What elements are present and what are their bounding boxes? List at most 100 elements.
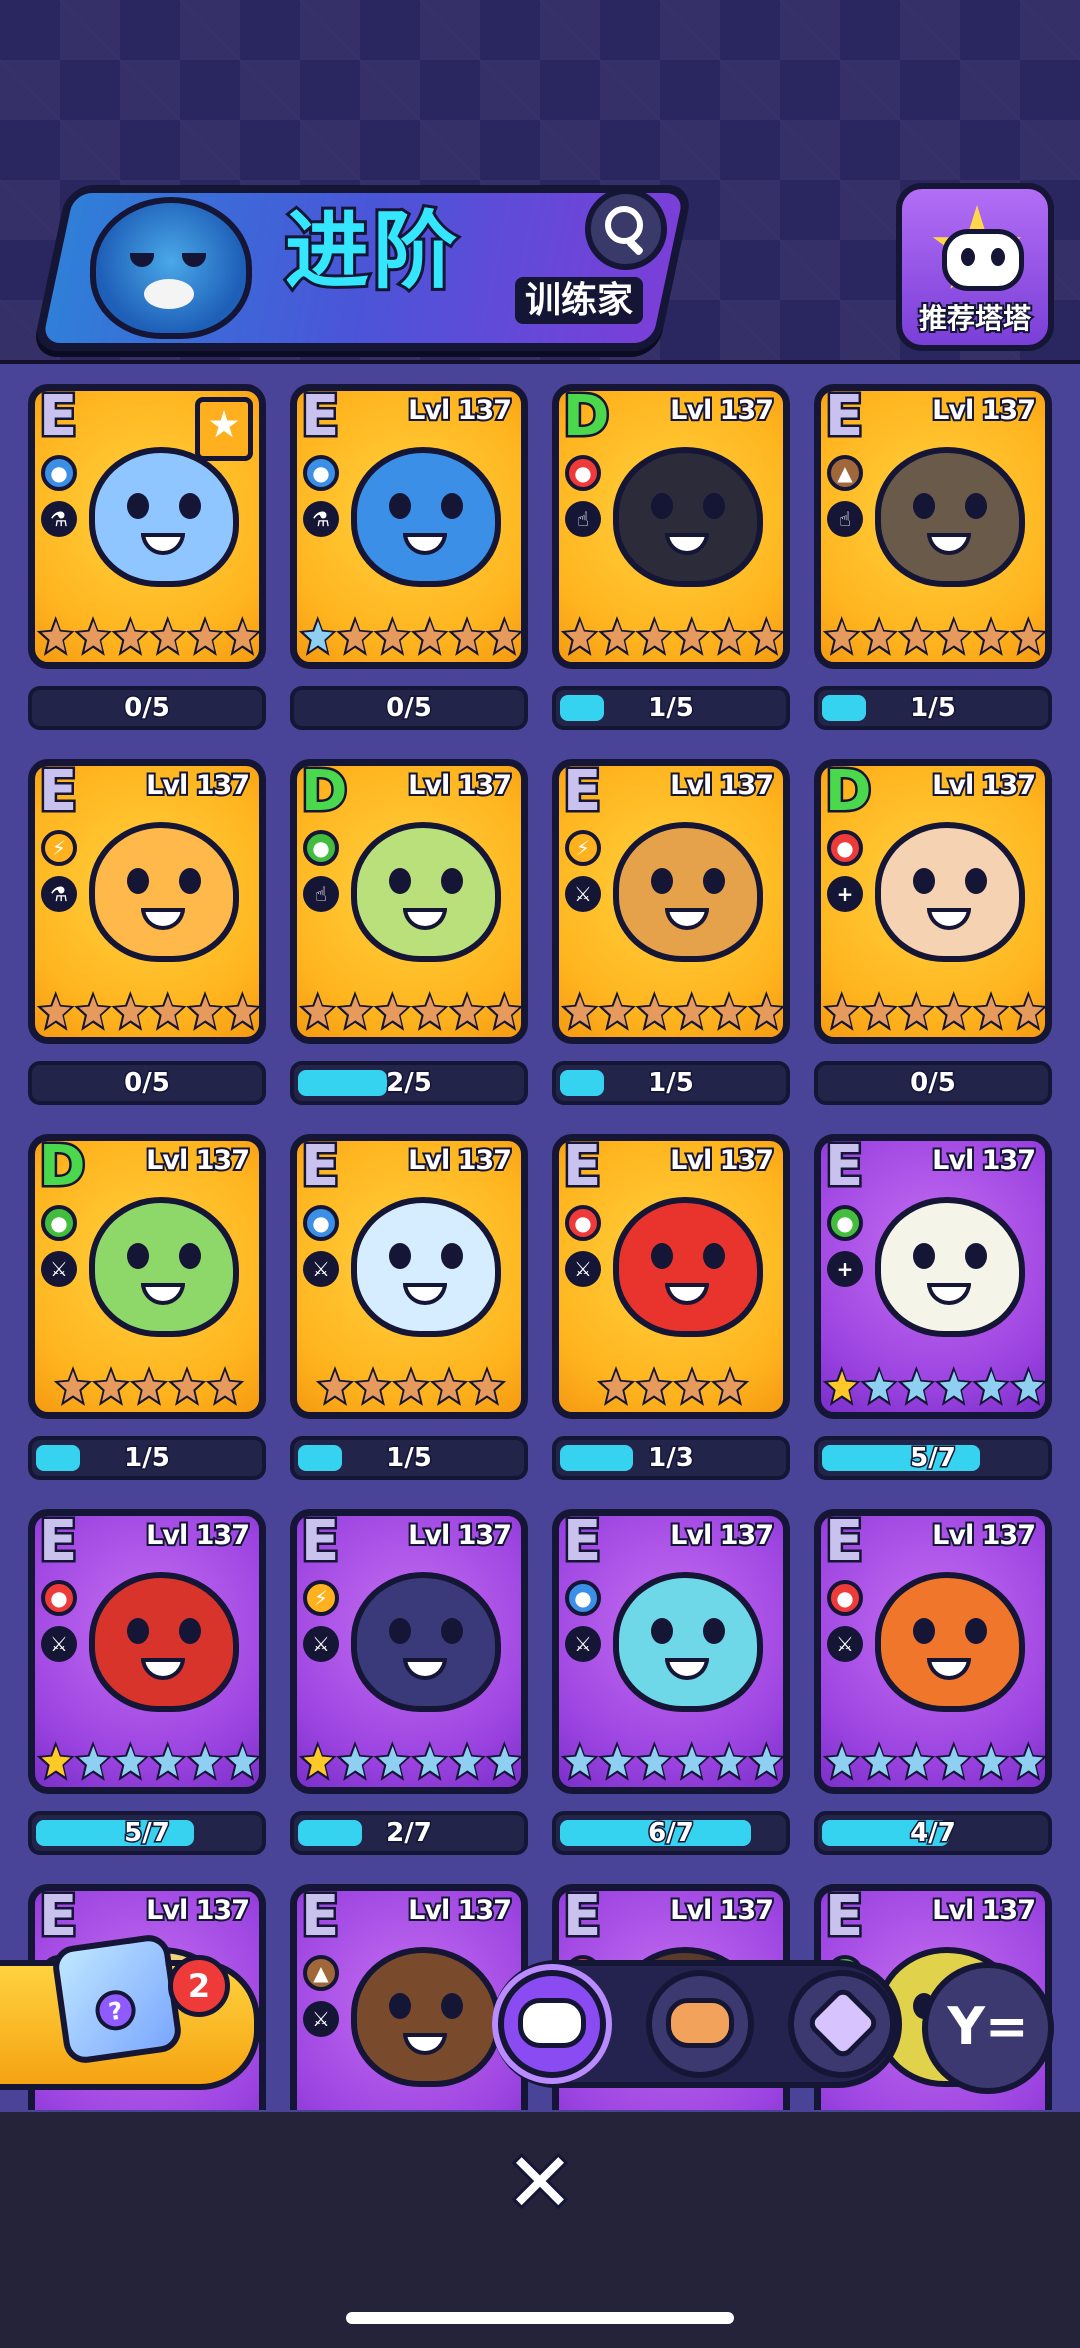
star-rating xyxy=(822,1366,1045,1410)
creature-portrait xyxy=(613,1572,763,1712)
creature-card[interactable]: E Lvl 137 ● ⚔ 5/7 xyxy=(28,1493,266,1858)
progress-label: 0/5 xyxy=(123,692,172,725)
silver-star-icon xyxy=(897,1366,936,1406)
card-face[interactable]: E Lvl 137 ● ⚔ xyxy=(814,1509,1052,1794)
grade-label: E xyxy=(822,1884,865,1949)
card-face[interactable]: E Lvl 137 ● ⚔ xyxy=(552,1134,790,1419)
level-label: Lvl 137 xyxy=(930,393,1038,428)
progress-label: 5/7 xyxy=(909,1442,958,1475)
creature-card[interactable]: D Lvl 137 ● ⚔ 1/5 xyxy=(28,1118,266,1483)
card-face[interactable]: E Lvl 137 ● ⚔ xyxy=(290,1134,528,1419)
creature-card[interactable]: E Lvl 137 ⚡ ⚗ 0/5 xyxy=(28,743,266,1108)
bronze-star-icon xyxy=(635,616,674,656)
bronze-star-icon xyxy=(223,616,259,656)
favorite-star-icon[interactable] xyxy=(195,397,253,461)
plant-element-icon: ● xyxy=(303,830,339,866)
progress-label: 0/5 xyxy=(123,1067,172,1100)
card-face[interactable]: D Lvl 137 ● ☝ xyxy=(290,759,528,1044)
bronze-star-icon xyxy=(747,616,783,656)
creature-portrait xyxy=(613,1197,763,1337)
creature-card[interactable]: E Lvl 137 ● ⚔ 4/7 xyxy=(814,1493,1052,1858)
search-icon[interactable] xyxy=(585,188,667,270)
progress-label: 1/5 xyxy=(647,692,696,725)
creature-card[interactable]: E Lvl 137 ● + 5/7 xyxy=(814,1118,1052,1483)
silver-star-icon xyxy=(972,1741,1010,1781)
card-face[interactable]: E Lvl 137 ● ⚔ xyxy=(552,1509,790,1794)
water-element-icon: ● xyxy=(303,1205,339,1241)
creature-portrait xyxy=(89,1572,239,1712)
progress-label: 0/5 xyxy=(909,1067,958,1100)
grade-label: D xyxy=(298,759,350,824)
star-rating xyxy=(36,991,259,1035)
creature-card[interactable]: E Lvl 137 ⚡ ⚔ 2/7 xyxy=(290,1493,528,1858)
silver-star-icon xyxy=(934,1741,973,1781)
sword-role-icon: ⚔ xyxy=(827,1626,863,1662)
star-rating xyxy=(298,616,521,660)
fire-element-icon: ● xyxy=(565,1205,601,1241)
sword-role-icon: ⚔ xyxy=(41,1251,77,1287)
creature-card[interactable]: E Lvl 137 ▲ ⚔ xyxy=(290,1868,528,2110)
home-indicator[interactable] xyxy=(346,2312,734,2324)
progress-label: 1/5 xyxy=(123,1442,172,1475)
sort-filter-icon[interactable]: Y= xyxy=(922,1962,1054,2094)
card-face[interactable]: E Lvl 137 ● ⚔ xyxy=(28,1509,266,1794)
bronze-star-icon xyxy=(36,616,75,656)
card-face[interactable]: E Lvl 137 ● + xyxy=(814,1134,1052,1419)
creature-card[interactable]: D Lvl 137 ● ☝ 1/5 xyxy=(552,368,790,733)
bronze-star-icon xyxy=(53,1366,93,1406)
card-face[interactable]: E Lvl 137 ▲ ☝ xyxy=(814,384,1052,669)
creature-card[interactable]: E Lvl 137 ● ⚔ 1/3 xyxy=(552,1118,790,1483)
star-rating xyxy=(37,1366,259,1410)
potion-role-icon: ⚗ xyxy=(41,876,77,912)
silver-star-icon xyxy=(1009,1366,1045,1406)
bronze-star-icon xyxy=(560,991,599,1031)
card-face[interactable]: E Lvl 137 ● ⚗ xyxy=(290,384,528,669)
mystery-box-icon[interactable]: ? xyxy=(50,1932,184,2066)
grade-label: D xyxy=(36,1134,88,1199)
card-face[interactable]: D Lvl 137 ● + xyxy=(814,759,1052,1044)
bronze-star-icon xyxy=(74,991,112,1031)
star-rating xyxy=(299,1366,521,1410)
gold-star-icon xyxy=(822,1366,861,1406)
shard-progress-bar: 5/7 xyxy=(814,1436,1052,1480)
card-face[interactable]: E Lvl 137 ⚡ ⚔ xyxy=(290,1509,528,1794)
tower-filter-icon[interactable] xyxy=(498,1970,606,2078)
creature-card[interactable]: E ● ⚗ 0/5 xyxy=(28,368,266,733)
recommend-label: 推荐塔塔 xyxy=(917,300,1033,337)
creature-card[interactable]: D Lvl 137 ● ☝ 2/5 xyxy=(290,743,528,1108)
card-face[interactable]: D Lvl 137 ● ☝ xyxy=(552,384,790,669)
card-face[interactable]: E ● ⚗ xyxy=(28,384,266,669)
shard-progress-bar: 1/3 xyxy=(552,1436,790,1480)
card-face[interactable]: E Lvl 137 ▲ ⚔ xyxy=(290,1884,528,2110)
level-label: Lvl 137 xyxy=(668,1143,776,1178)
grade-label: E xyxy=(560,1884,603,1949)
earth-element-icon: ▲ xyxy=(827,455,863,491)
card-face[interactable]: E Lvl 137 ⚡ ⚗ xyxy=(28,759,266,1044)
bronze-star-icon xyxy=(36,991,75,1031)
bronze-star-icon xyxy=(315,1366,355,1406)
gem-filter-icon[interactable] xyxy=(788,1970,896,2078)
close-icon[interactable]: ✕ xyxy=(496,2137,584,2231)
recommend-button[interactable]: 推荐塔塔 xyxy=(896,183,1054,351)
progress-label: 2/7 xyxy=(385,1817,434,1850)
bronze-star-icon xyxy=(598,991,636,1031)
star-rating xyxy=(36,1741,259,1785)
pointer-role-icon: ☝ xyxy=(827,501,863,537)
bronze-star-icon xyxy=(485,991,521,1031)
creature-card[interactable]: E Lvl 137 ● ⚔ 6/7 xyxy=(552,1493,790,1858)
card-face[interactable]: E Lvl 137 ⚡ ⚔ xyxy=(552,759,790,1044)
silver-star-icon xyxy=(186,1741,224,1781)
bronze-star-icon xyxy=(485,616,521,656)
creature-card[interactable]: E Lvl 137 ● ⚗ 0/5 xyxy=(290,368,528,733)
bear-filter-icon[interactable] xyxy=(646,1970,754,2078)
creature-card[interactable]: E Lvl 137 ⚡ ⚔ 1/5 xyxy=(552,743,790,1108)
star-rating xyxy=(561,1366,783,1410)
card-face[interactable]: D Lvl 137 ● ⚔ xyxy=(28,1134,266,1419)
creature-card[interactable]: D Lvl 137 ● + 0/5 xyxy=(814,743,1052,1108)
grade-label: E xyxy=(560,1134,603,1199)
mascot-icon xyxy=(90,197,252,339)
grade-label: E xyxy=(560,759,603,824)
creature-card[interactable]: E Lvl 137 ● ⚔ 1/5 xyxy=(290,1118,528,1483)
shard-progress-bar: 1/5 xyxy=(552,1061,790,1105)
creature-card[interactable]: E Lvl 137 ▲ ☝ 1/5 xyxy=(814,368,1052,733)
